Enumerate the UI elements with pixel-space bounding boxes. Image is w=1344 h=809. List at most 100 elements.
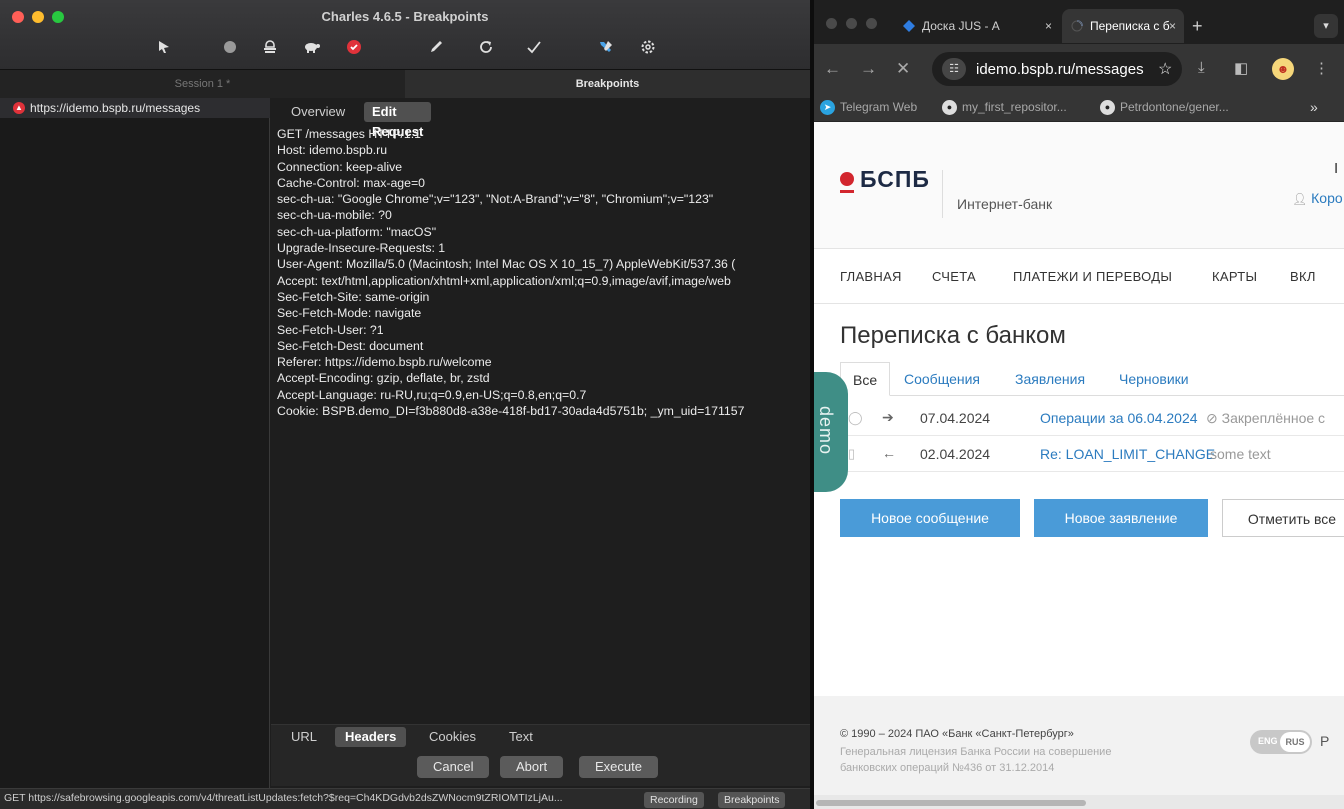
bank-logo[interactable]: БСПБ	[860, 166, 930, 193]
tab-breakpoints[interactable]: Breakpoints	[405, 70, 810, 98]
tools-icon[interactable]	[594, 39, 618, 59]
user-icon: 👤︎	[1292, 192, 1308, 206]
request-line: User-Agent: Mozilla/5.0 (Macintosh; Inte…	[277, 257, 736, 272]
demo-ribbon[interactable]: demo	[814, 372, 848, 492]
request-line: Upgrade-Insecure-Requests: 1	[277, 241, 446, 256]
execute-button[interactable]: Execute	[579, 756, 658, 778]
request-line: Connection: keep-alive	[277, 159, 403, 174]
lang-rus[interactable]: RUS	[1280, 732, 1310, 752]
turtle-icon[interactable]	[300, 39, 324, 59]
filter-tab-messages[interactable]: Сообщения	[904, 362, 980, 396]
telegram-icon: ➤	[820, 100, 835, 115]
tab-edit-request[interactable]: Edit Request	[364, 102, 432, 139]
nav-item-accounts[interactable]: СЧЕТА	[932, 269, 976, 284]
bank-footer: © 1990 – 2024 ПАО «Банк «Санкт-Петербург…	[814, 696, 1344, 809]
scrollbar-thumb[interactable]	[816, 800, 1086, 806]
profile-avatar[interactable]: ☻	[1272, 58, 1294, 80]
filter-tab-drafts[interactable]: Черновики	[1119, 362, 1189, 396]
message-note: some text	[1210, 446, 1271, 462]
pointer-icon[interactable]	[152, 39, 176, 59]
filter-tab-requests[interactable]: Заявления	[1015, 362, 1085, 396]
back-icon[interactable]: ←	[824, 59, 841, 79]
forward-icon[interactable]: →	[860, 59, 877, 79]
browser-tab-jus[interactable]: Доска JUS - А ×	[894, 9, 1060, 43]
bookmark-star-icon[interactable]: ☆	[1158, 59, 1172, 79]
nav-item-main[interactable]: ГЛАВНАЯ	[840, 269, 902, 284]
tab-headers[interactable]: Headers	[335, 727, 407, 747]
horizontal-scrollbar[interactable]	[814, 795, 1344, 809]
bookmark-repo-2[interactable]: ● Petrdontone/gener...	[1100, 100, 1229, 115]
tab-text[interactable]: Text	[499, 727, 543, 747]
nav-item-cards[interactable]: КАРТЫ	[1212, 269, 1257, 284]
nav-item-payments[interactable]: ПЛАТЕЖИ И ПЕРЕВОДЫ	[1013, 269, 1172, 284]
browser-tab-messages[interactable]: Переписка с б ×	[1062, 9, 1184, 43]
check-icon[interactable]	[522, 39, 546, 59]
message-subject-link[interactable]: Re: LOAN_LIMIT_CHANGE	[1040, 446, 1215, 462]
new-tab-button[interactable]: +	[1192, 9, 1203, 43]
lang-eng[interactable]: ENG	[1258, 736, 1278, 746]
request-line: GET /messages HTTP/1.1	[277, 127, 421, 141]
close-window-button[interactable]	[826, 18, 837, 29]
zoom-window-button[interactable]	[866, 18, 877, 29]
user-profile-link[interactable]: 👤︎ Коро	[1292, 190, 1343, 206]
nav-item-deposits[interactable]: ВКЛ	[1290, 269, 1316, 284]
request-line: Sec-Fetch-User: ?1	[277, 322, 384, 337]
stop-loading-icon[interactable]: ✕	[896, 59, 910, 79]
mark-all-button[interactable]: Отметить все	[1222, 499, 1344, 537]
tab-title: Доска JUS - А	[922, 19, 1000, 33]
tab-search-chevron-icon[interactable]: ▾	[1314, 14, 1338, 38]
bookmark-repo-1[interactable]: ● my_first_repositor...	[942, 100, 1067, 115]
user-name: Коро	[1311, 190, 1343, 206]
request-line: Accept: text/html,application/xhtml+xml,…	[277, 273, 731, 288]
language-switch[interactable]: ENG RUS	[1250, 730, 1312, 754]
throttle-icon[interactable]	[258, 39, 282, 59]
breakpoints-button[interactable]: Breakpoints	[718, 792, 786, 808]
bookmark-label: Telegram Web	[840, 100, 918, 114]
download-icon[interactable]: ⤓	[1198, 59, 1205, 76]
request-line: sec-ch-ua-platform: "macOS"	[277, 224, 437, 239]
side-panel-icon[interactable]: ◧	[1234, 59, 1248, 77]
request-line: Sec-Fetch-Site: same-origin	[277, 289, 430, 304]
github-icon: ●	[942, 100, 957, 115]
close-tab-icon[interactable]: ×	[1045, 9, 1052, 43]
cancel-button[interactable]: Cancel	[417, 756, 490, 778]
settings-gear-icon[interactable]	[636, 39, 660, 59]
bookmark-telegram[interactable]: ➤ Telegram Web	[820, 100, 918, 115]
message-row[interactable]: ◯ ➔ 07.04.2024 Операции за 06.04.2024 ⊘ …	[840, 400, 1344, 436]
new-request-button[interactable]: Новое заявление	[1034, 499, 1208, 537]
request-headers-text[interactable]: GET /messages HTTP/1.1 Host: idemo.bspb.r…	[277, 126, 810, 726]
message-subject-link[interactable]: Операции за 06.04.2024	[1040, 410, 1198, 426]
loading-spinner-icon	[1071, 20, 1083, 32]
tab-overview[interactable]: Overview	[283, 102, 353, 122]
logo-divider	[942, 170, 943, 218]
url-text: idemo.bspb.ru/messages	[976, 61, 1144, 78]
menu-dots-icon[interactable]: ⋮	[1314, 59, 1329, 77]
message-row[interactable]: ▯ ← 02.04.2024 Re: LOAN_LIMIT_CHANGE som…	[840, 436, 1344, 472]
record-circle-icon[interactable]	[218, 39, 242, 59]
outgoing-arrow-icon: ➔	[882, 409, 894, 425]
minimize-window-button[interactable]	[846, 18, 857, 29]
tab-session-1[interactable]: Session 1 *	[0, 70, 405, 98]
breakpoint-stop-icon[interactable]	[342, 39, 366, 59]
request-line: Cookie: BSPB.demo_DI=f3b880d8-a38e-418f-…	[277, 404, 745, 419]
bank-logo-bar	[840, 190, 854, 193]
new-message-button[interactable]: Новое сообщение	[840, 499, 1020, 537]
close-tab-icon[interactable]: ×	[1169, 9, 1176, 43]
request-line: Referer: https://idemo.bspb.ru/welcome	[277, 355, 492, 370]
incoming-arrow-icon: ←	[882, 445, 896, 461]
site-info-icon[interactable]: ☷	[942, 58, 966, 80]
refresh-icon[interactable]	[474, 39, 498, 59]
message-date: 02.04.2024	[920, 446, 991, 462]
message-attachment-note: ⊘ Закреплённое с	[1206, 410, 1325, 427]
tab-cookies[interactable]: Cookies	[419, 727, 486, 747]
recording-button[interactable]: Recording	[644, 792, 704, 808]
bookmarks-more-button[interactable]: »	[1310, 99, 1318, 115]
tree-item-messages[interactable]: ▲ https://idemo.bspb.ru/messages	[0, 98, 270, 118]
request-line: sec-ch-ua-mobile: ?0	[277, 208, 392, 223]
breakpoint-tree: ▲ https://idemo.bspb.ru/messages	[0, 98, 270, 788]
tab-url[interactable]: URL	[281, 727, 327, 747]
pen-icon[interactable]	[424, 39, 448, 59]
request-line: Accept-Encoding: gzip, deflate, br, zstd	[277, 371, 490, 386]
abort-button[interactable]: Abort	[500, 756, 564, 778]
address-bar[interactable]: ☷ idemo.bspb.ru/messages ☆	[932, 52, 1182, 86]
